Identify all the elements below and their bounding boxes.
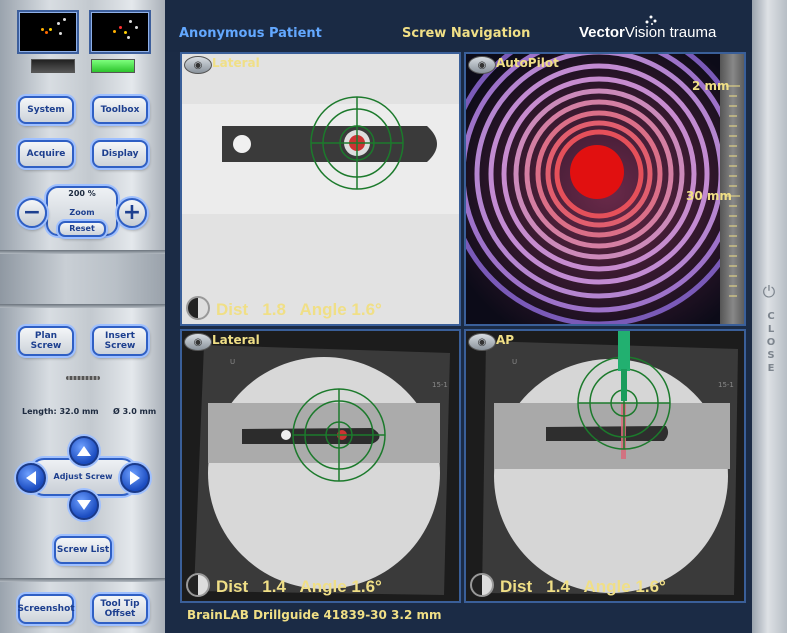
view-label: Lateral	[212, 333, 260, 347]
svg-text:15-1: 15-1	[718, 381, 734, 389]
svg-text:U: U	[512, 358, 517, 366]
acquire-button[interactable]: Acquire	[18, 140, 74, 168]
display-button[interactable]: Display	[92, 140, 148, 168]
view-ap[interactable]: 15-1 U ◉ AP Dist 1.4 Angle 1.6°	[464, 329, 746, 603]
ap-fluoro-image: 15-1 U	[466, 331, 744, 601]
tracking-thumbnail-2[interactable]	[89, 10, 151, 54]
adjust-right-button[interactable]	[120, 463, 150, 493]
eye-icon[interactable]: ◉	[184, 56, 212, 74]
depth-scale: 2 mm 30 mm	[686, 54, 744, 324]
distance-angle-readout: Dist 1.8 Angle 1.6°	[216, 300, 382, 319]
instrument-label: BrainLAB Drillguide 41839-30 3.2 mm	[187, 608, 442, 622]
status-lamp-off	[31, 59, 75, 73]
zoom-label: Zoom	[69, 208, 95, 217]
eye-icon[interactable]: ◉	[468, 56, 496, 74]
scale-label-top: 2 mm	[692, 79, 730, 93]
screw-icon	[66, 376, 100, 380]
screw-diameter: Ø 3.0 mm	[113, 407, 157, 416]
screw-length: Length: 32.0 mm	[22, 407, 99, 416]
plus-icon: +	[122, 200, 142, 225]
arrow-left-icon	[26, 471, 36, 485]
toolbox-button[interactable]: Toolbox	[92, 96, 148, 124]
system-button[interactable]: System	[18, 96, 74, 124]
svg-text:U: U	[230, 358, 235, 366]
divider	[0, 578, 165, 582]
distance-angle-readout: Dist 1.4 Angle 1.6°	[500, 577, 666, 596]
left-control-panel: System Toolbox Acquire Display 200 % Zoo…	[0, 0, 165, 633]
adjust-up-button[interactable]	[69, 436, 99, 466]
arrow-up-icon	[77, 446, 91, 456]
scale-label-bottom: 30 mm	[686, 189, 732, 203]
zoom-reset-button[interactable]: Reset	[58, 221, 106, 237]
vectorvision-app: System Toolbox Acquire Display 200 % Zoo…	[0, 0, 787, 633]
lateral-xray-image	[182, 54, 459, 324]
divider	[0, 304, 165, 308]
screenshot-button[interactable]: Screenshot	[17, 594, 75, 624]
adjust-screw-label: Adjust Screw	[53, 472, 113, 481]
eye-icon[interactable]: ◉	[468, 333, 496, 351]
tracking-thumbnail-1[interactable]	[17, 10, 79, 54]
patient-name: Anonymous Patient	[179, 26, 322, 41]
lateral-fluoro-image: 15-1 U	[182, 331, 459, 601]
status-lamp-on	[91, 59, 135, 73]
plan-screw-button[interactable]: Plan Screw	[18, 326, 74, 356]
page-title: Screw Navigation	[402, 26, 531, 41]
view-label: AP	[496, 333, 515, 347]
zoom-out-button[interactable]: −	[17, 198, 47, 228]
brand-logo: VectorVision trauma	[579, 24, 717, 41]
contrast-icon[interactable]	[186, 573, 210, 597]
adjust-left-button[interactable]	[16, 463, 46, 493]
adjust-down-button[interactable]	[69, 490, 99, 520]
screw-list-button[interactable]: Screw List	[54, 536, 112, 564]
view-label: Lateral	[212, 56, 260, 70]
zoom-level: 200 %	[68, 189, 96, 198]
view-label: AutoPilot	[496, 56, 559, 70]
empty-panel-section	[0, 254, 165, 304]
zoom-in-button[interactable]: +	[117, 198, 147, 228]
distance-angle-readout: Dist 1.4 Angle 1.6°	[216, 577, 382, 596]
view-lateral-bottom[interactable]: 15-1 U ◉ Lateral Dist 1.4 Angle 1.6°	[180, 329, 461, 603]
svg-text:15-1: 15-1	[432, 381, 448, 389]
navigation-area: Anonymous Patient Screw Navigation Vecto…	[165, 0, 752, 633]
contrast-icon[interactable]	[470, 573, 494, 597]
power-icon[interactable]: ⏻	[760, 283, 778, 301]
view-autopilot[interactable]: 2 mm 30 mm ◉ AutoPilot	[464, 52, 746, 326]
contrast-icon[interactable]	[186, 296, 210, 320]
right-panel: ⏻ CLOSE	[752, 0, 787, 633]
minus-icon: −	[22, 200, 42, 225]
brand-dots-icon	[645, 15, 657, 25]
header-bar: Anonymous Patient Screw Navigation Vecto…	[165, 0, 752, 52]
eye-icon[interactable]: ◉	[184, 333, 212, 351]
arrow-right-icon	[130, 471, 140, 485]
close-button[interactable]: CLOSE	[766, 310, 776, 375]
tool-tip-offset-button[interactable]: Tool Tip Offset	[92, 594, 148, 624]
insert-screw-button[interactable]: Insert Screw	[92, 326, 148, 356]
arrow-down-icon	[77, 500, 91, 510]
view-lateral-top[interactable]: ◉ Lateral Dist 1.8 Angle 1.6°	[180, 52, 461, 326]
